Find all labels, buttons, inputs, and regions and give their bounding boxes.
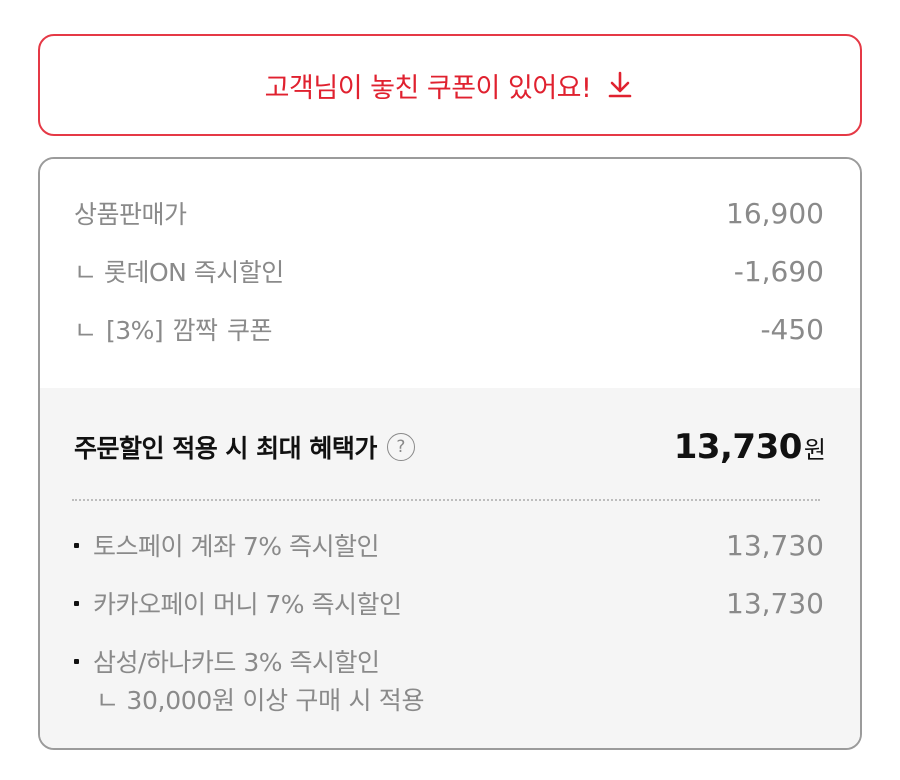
lotteon-discount-label: ㄴ 롯데ON 즉시할인 bbox=[74, 258, 284, 287]
missed-coupon-banner[interactable]: 고객님이 놓친 쿠폰이 있어요! bbox=[38, 34, 862, 136]
benefit-item: 토스페이 계좌 7% 즉시할인 13,730 bbox=[74, 527, 824, 563]
benefit-item: 카카오페이 머니 7% 즉시할인 13,730 bbox=[74, 585, 824, 621]
benefit-item: 삼성/하나카드 3% 즉시할인 bbox=[74, 643, 824, 679]
product-price-label: 상품판매가 bbox=[74, 200, 187, 229]
max-benefit-price-row: 주문할인 적용 시 최대 혜택가 ? 13,730 원 bbox=[74, 427, 826, 467]
lotteon-discount-value: -1,690 bbox=[733, 254, 824, 288]
product-price-row: 상품판매가 16,900 bbox=[74, 195, 824, 231]
price-breakdown-card: 상품판매가 16,900 ㄴ 롯데ON 즉시할인 -1,690 ㄴ [3%] 깜… bbox=[38, 157, 862, 750]
bullet-icon bbox=[74, 542, 79, 548]
currency-unit: 원 bbox=[803, 436, 826, 464]
max-benefit-price-label: 주문할인 적용 시 최대 혜택가 bbox=[74, 434, 377, 463]
lotteon-discount-row: ㄴ 롯데ON 즉시할인 -1,690 bbox=[74, 253, 824, 289]
help-icon[interactable]: ? bbox=[386, 433, 415, 461]
bullet-icon bbox=[74, 658, 79, 664]
max-benefit-price-amount: 13,730 bbox=[673, 427, 803, 467]
benefit-label: 삼성/하나카드 3% 즉시할인 bbox=[93, 648, 380, 677]
dotted-divider bbox=[72, 499, 820, 501]
bullet-icon bbox=[74, 600, 79, 606]
coupon-banner-text: 고객님이 놓친 쿠폰이 있어요! bbox=[264, 72, 592, 104]
download-arrow-icon bbox=[605, 70, 635, 100]
benefit-price: 13,730 bbox=[726, 586, 824, 620]
benefit-label: 토스페이 계좌 7% 즉시할인 bbox=[93, 532, 380, 561]
flash-coupon-row: ㄴ [3%] 깜짝 쿠폰 -450 bbox=[74, 311, 824, 347]
benefit-label: 카카오페이 머니 7% 즉시할인 bbox=[93, 590, 402, 619]
product-price-value: 16,900 bbox=[726, 196, 824, 230]
benefit-price: 13,730 bbox=[726, 528, 824, 562]
max-benefit-price: 13,730 원 bbox=[674, 427, 826, 467]
flash-coupon-label: ㄴ [3%] 깜짝 쿠폰 bbox=[74, 316, 273, 345]
benefit-condition-note: ㄴ 30,000원 이상 구매 시 적용 bbox=[96, 686, 425, 715]
flash-coupon-value: -450 bbox=[760, 312, 824, 346]
